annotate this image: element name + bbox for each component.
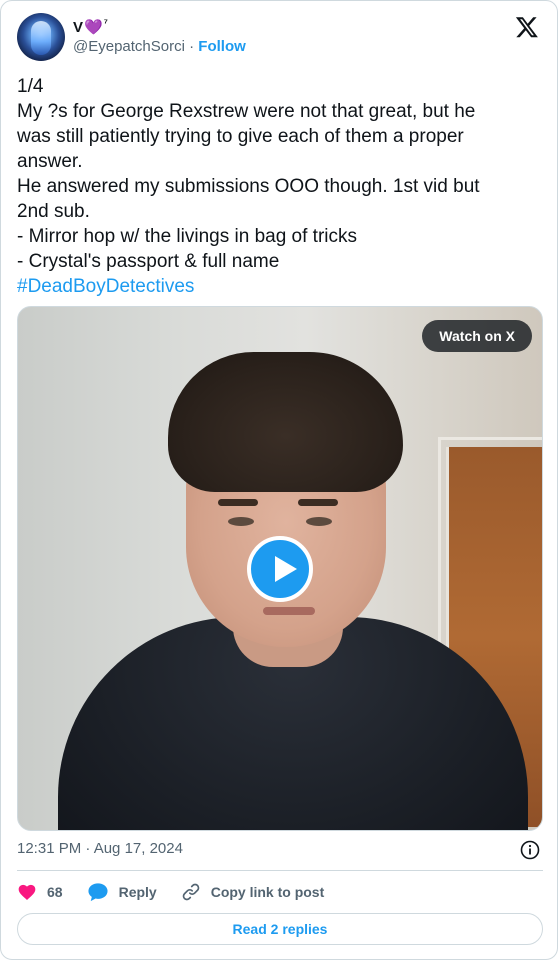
separator: · [184, 38, 199, 55]
author-name-row[interactable]: V 💜 ⁷ [73, 17, 108, 37]
hashtag-link[interactable]: #DeadBoyDetectives [17, 274, 543, 299]
video-person-brow [218, 499, 258, 506]
post-text: 1/4 My ?s for George Rexstrew were not t… [17, 74, 543, 299]
watch-on-x-button[interactable]: Watch on X [422, 320, 532, 352]
name-suffix: ⁷ [103, 17, 108, 29]
heart-icon [18, 884, 36, 900]
post-timestamp[interactable]: 12:31 PM · Aug 17, 2024 [17, 840, 183, 857]
video-person-eye [228, 517, 254, 526]
handle-row: @EyepatchSorci · Follow [73, 38, 246, 55]
like-count: 68 [47, 884, 63, 900]
post-text-line: - Crystal's passport & full name [17, 251, 280, 272]
post-text-line: 2nd sub. [17, 201, 90, 222]
copy-link-button[interactable]: Copy link to post [181, 882, 325, 902]
post-text-line: was still patiently trying to give each … [17, 126, 464, 147]
read-replies-button[interactable]: Read 2 replies [17, 913, 543, 945]
reply-label: Reply [118, 884, 157, 900]
video-person-mouth [263, 607, 315, 615]
post-text-line: - Mirror hop w/ the livings in bag of tr… [17, 226, 358, 247]
post-text-line: answer. [17, 151, 83, 172]
display-name[interactable]: V [73, 19, 83, 36]
info-icon[interactable] [520, 840, 540, 860]
avatar[interactable] [17, 13, 65, 61]
play-icon[interactable] [247, 536, 313, 602]
avatar-image [31, 21, 51, 55]
link-icon [182, 883, 199, 901]
copy-link-label: Copy link to post [210, 884, 325, 900]
divider [17, 870, 543, 871]
post-text-line: He answered my submissions OOO though. 1… [17, 176, 480, 197]
post-text-line: My ?s for George Rexstrew were not that … [17, 101, 476, 122]
x-logo-icon[interactable] [515, 15, 539, 39]
author-handle[interactable]: @EyepatchSorci [73, 38, 185, 55]
action-bar: 68 Reply Copy link to post [17, 879, 348, 905]
video-player[interactable]: Watch on X [17, 306, 543, 831]
post-header: V 💜 ⁷ @EyepatchSorci · Follow [17, 13, 543, 63]
like-button[interactable]: 68 [17, 882, 63, 902]
purple-heart-emoji: 💜 [84, 19, 103, 36]
embedded-post-card: V 💜 ⁷ @EyepatchSorci · Follow 1/4 My ?s … [0, 0, 558, 960]
video-person-eye [306, 517, 332, 526]
follow-button[interactable]: Follow [198, 38, 246, 55]
reply-bubble-icon [88, 883, 108, 902]
video-person-brow [298, 499, 338, 506]
video-person-hair [168, 352, 403, 492]
post-text-line: 1/4 [17, 76, 44, 97]
reply-button[interactable]: Reply [87, 882, 157, 902]
